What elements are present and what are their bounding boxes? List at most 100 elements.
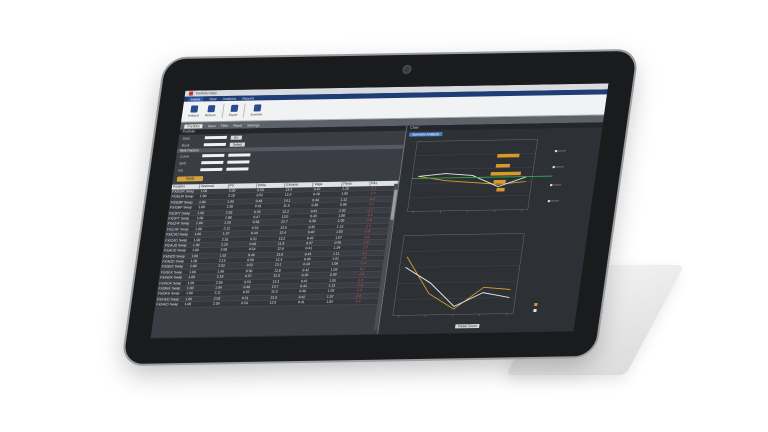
tab-view[interactable]: View	[209, 97, 217, 101]
reset-button[interactable]: Reset	[233, 123, 242, 127]
threshold-line	[412, 175, 553, 179]
table-cell: 0.56	[247, 258, 255, 263]
analysis-button[interactable]: Analysis	[188, 105, 201, 118]
table-cell: FX/NOK Swap	[159, 275, 183, 280]
series-line	[418, 175, 526, 185]
shift-input[interactable]	[201, 160, 224, 165]
table-cell: 0.42	[313, 187, 321, 192]
table-cell: FX/EUR Swap	[171, 194, 194, 200]
table-cell: FX/DKK Swap	[158, 286, 181, 291]
curve-input[interactable]	[202, 153, 225, 158]
table-cell: 1.00	[190, 259, 198, 264]
table-cell: 0.54	[248, 247, 256, 252]
save-button[interactable]: Save	[208, 124, 216, 128]
table-cell: 0.44	[299, 284, 308, 289]
table-cell: 2.15	[218, 258, 226, 263]
tab-reports[interactable]: Reports	[242, 96, 254, 100]
table-cell: 0.58	[252, 220, 260, 225]
tab-home[interactable]: Home	[187, 96, 204, 102]
table-cell: 0.39	[308, 219, 317, 224]
form-label: Curve	[179, 153, 190, 159]
ribbon-divider	[243, 103, 246, 118]
table-cell: 12.5	[270, 289, 278, 295]
reset-zoom-button[interactable]: Reset Zoom	[454, 323, 481, 329]
table-cell: 1.95	[227, 199, 235, 204]
export-icon	[229, 104, 238, 112]
table-cell: 0.50	[245, 268, 253, 274]
table-cell: 1.00	[195, 221, 203, 226]
table-cell: 0.41	[310, 208, 318, 213]
table-cell: 1.00	[197, 210, 205, 215]
table-cell: 1.00	[185, 291, 193, 296]
vol-input[interactable]	[200, 167, 223, 172]
table-cell: FX/AUD Swap	[164, 243, 187, 248]
table-cell: 0.37	[305, 240, 314, 246]
export-button[interactable]: Export	[228, 104, 238, 117]
table-cell: 1.03	[335, 229, 343, 234]
book-input[interactable]	[203, 142, 227, 147]
charts-canvas	[392, 139, 567, 318]
curve-input-2[interactable]	[228, 153, 251, 158]
table-cell: 1.02	[327, 289, 335, 294]
table-cell: 1.05	[341, 191, 349, 197]
table-cell: 0.60	[249, 241, 257, 247]
table-cell: 13.6	[279, 225, 288, 230]
analysis-icon	[190, 105, 199, 113]
table-cell: 0.48	[255, 198, 263, 203]
refresh-button[interactable]: Refresh	[205, 105, 217, 117]
table-cell: 1.00	[191, 248, 200, 253]
portfolio-select[interactable]: Portfolio	[184, 123, 204, 129]
table-cell: 1.04	[325, 299, 334, 304]
go-button[interactable]: Go	[230, 135, 242, 140]
table-cell: 0.42	[306, 235, 314, 240]
table-cell: 2.08	[220, 247, 228, 252]
table-cell: 0.99	[329, 272, 337, 277]
table-cell: 0.40	[299, 289, 307, 294]
table-cell: 1.00	[194, 226, 203, 231]
window-title: Portfolio View	[195, 91, 218, 96]
legend-swatch	[534, 303, 538, 307]
table-cell: 2.11	[214, 290, 222, 296]
table-cell: 2.06	[215, 280, 223, 285]
table-cell: 1.00	[189, 264, 197, 269]
table-cell: FX/NZD Swap	[162, 253, 186, 259]
table-cell: 0.53	[243, 279, 252, 284]
tab-analytics[interactable]: Analytics	[222, 96, 236, 100]
table-cell: 2.05	[225, 210, 233, 215]
scenario-button[interactable]: Scenario	[250, 104, 264, 117]
plot-area	[392, 233, 525, 316]
settings-button[interactable]: Settings	[247, 123, 260, 127]
table-cell: 2.09	[212, 301, 220, 306]
table-cell: 2.10	[227, 193, 235, 199]
table-cell: 1.00	[187, 280, 195, 285]
grid-line	[413, 167, 534, 170]
table-cell: 12.4	[279, 230, 287, 235]
table-cell: 0.43	[302, 262, 311, 267]
table-cell: 0.42	[298, 294, 306, 299]
table-cell: FX/HKD Swap	[155, 302, 179, 307]
scenario-tab[interactable]: Scenario Analysis	[408, 132, 443, 137]
distribution-bar	[490, 171, 522, 176]
table-cell: 14.1	[283, 198, 291, 203]
refresh-label: Refresh	[204, 113, 216, 118]
table-cell: 1.06	[331, 262, 339, 267]
table-cell: 1.00	[184, 302, 192, 307]
table-cell: 1.97	[222, 231, 230, 236]
table-cell: 0.40	[312, 192, 320, 197]
table-cell: 1.00	[198, 199, 206, 204]
shift-input-2[interactable]	[227, 160, 250, 165]
date-input[interactable]	[204, 135, 228, 140]
select-button[interactable]: Select	[229, 142, 246, 147]
apply-button[interactable]: Apply	[176, 176, 204, 182]
filter-button[interactable]: Filter	[220, 123, 228, 127]
table-cell: 0.49	[250, 231, 259, 236]
table-cell: 13.8	[276, 252, 284, 257]
table-cell: 2.12	[223, 226, 231, 231]
table-cell: FX/CHF Swap	[167, 221, 190, 227]
vol-input-2[interactable]	[226, 167, 249, 172]
grid-body: FX/EUR Swap 1.00 2.00 0.50 13.4 0.42 1.10 -1.2 F…	[154, 185, 399, 309]
ribbon-divider	[221, 103, 225, 119]
table-cell: FX/EUR Swap	[171, 189, 195, 194]
table-cell: 1.00	[199, 194, 207, 199]
table-cell: 2.00	[228, 188, 236, 193]
